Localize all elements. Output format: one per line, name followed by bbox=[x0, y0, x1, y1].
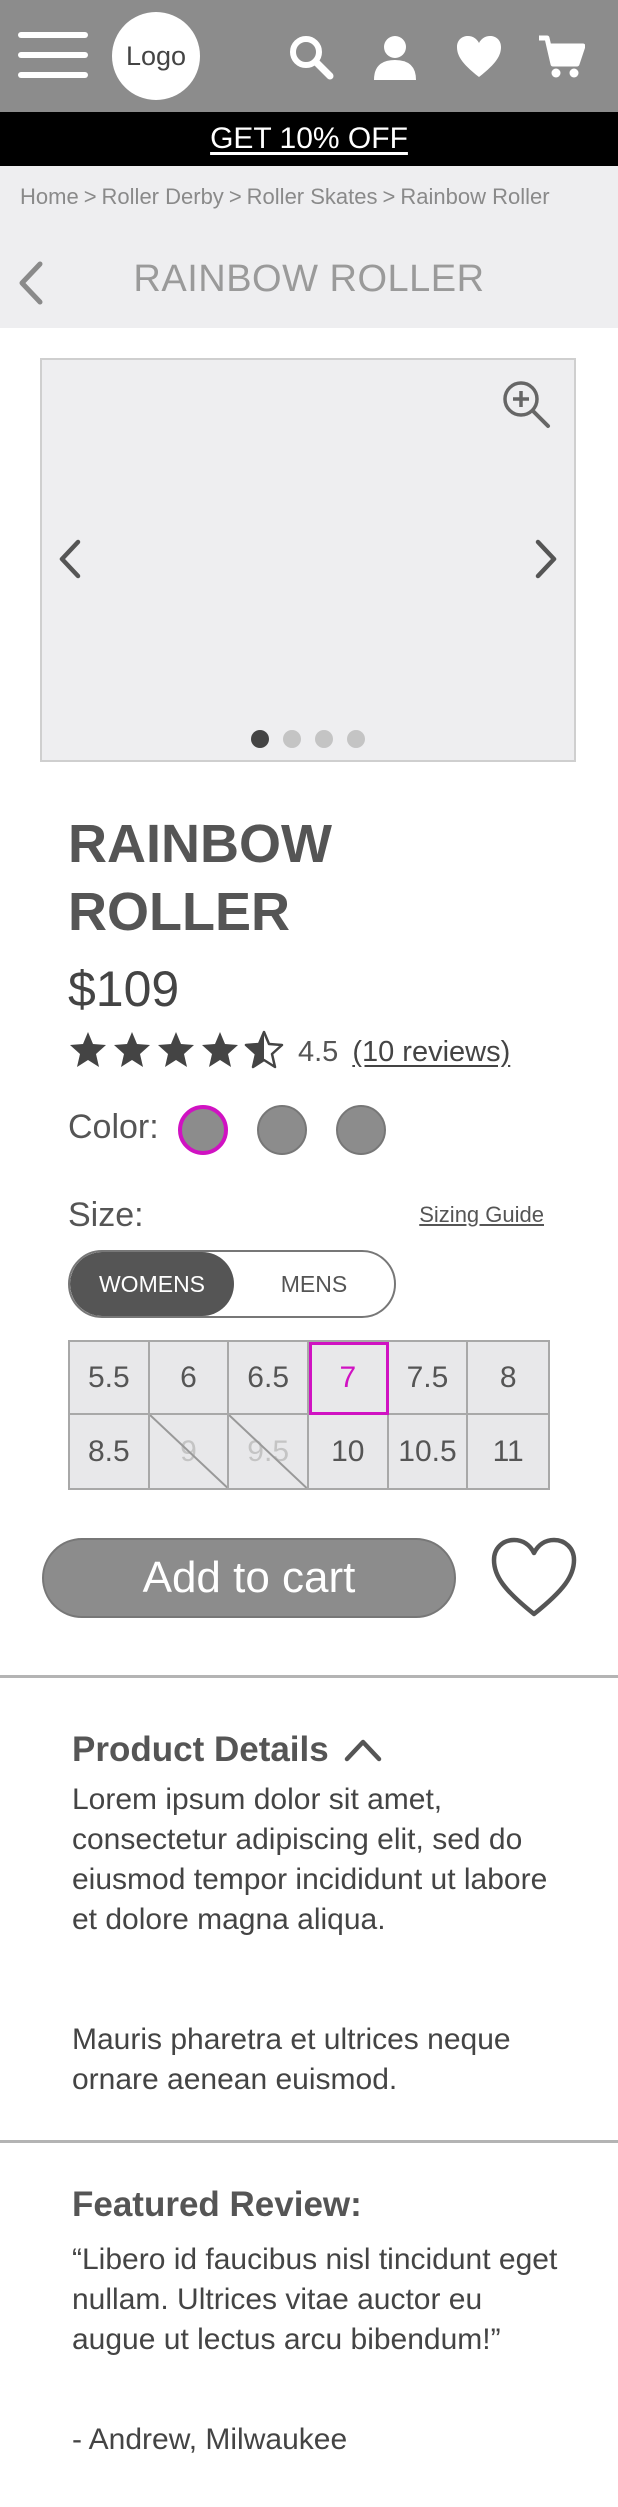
breadcrumb-current: Rainbow Roller bbox=[400, 184, 550, 209]
product-rating: 4.5 (10 reviews) bbox=[68, 1030, 510, 1074]
size-option: 9.5 bbox=[229, 1415, 309, 1488]
breadcrumb: Home > Roller Derby > Roller Skates > Rainbow … bbox=[20, 184, 550, 210]
gender-toggle: WOMENS MENS bbox=[68, 1250, 396, 1318]
color-label: Color: bbox=[68, 1108, 159, 1146]
size-option-label: 8 bbox=[499, 1360, 517, 1394]
breadcrumb-separator: > bbox=[83, 184, 97, 209]
size-option-label: 6.5 bbox=[247, 1360, 290, 1394]
cart-icon[interactable] bbox=[532, 28, 590, 86]
breadcrumb-roller-skates[interactable]: Roller Skates bbox=[247, 184, 378, 209]
product-title: RAINBOW ROLLER bbox=[68, 814, 332, 942]
size-option-label: 10 bbox=[331, 1434, 365, 1468]
size-option[interactable]: 10 bbox=[309, 1415, 389, 1488]
star-full-icon bbox=[156, 1030, 196, 1075]
breadcrumb-home[interactable]: Home bbox=[20, 184, 79, 209]
page-title: RAINBOW ROLLER bbox=[133, 258, 485, 300]
size-option[interactable]: 8 bbox=[468, 1342, 548, 1415]
gallery-next-icon[interactable] bbox=[532, 536, 560, 582]
gallery-prev-icon[interactable] bbox=[56, 536, 84, 582]
size-option[interactable]: 8.5 bbox=[70, 1415, 150, 1488]
unavailable-slash bbox=[229, 1415, 307, 1488]
menu-icon[interactable] bbox=[18, 32, 88, 78]
star-rating bbox=[68, 1030, 284, 1075]
gallery-dot[interactable] bbox=[347, 730, 365, 748]
account-icon[interactable] bbox=[366, 28, 424, 86]
gender-option-womens[interactable]: WOMENS bbox=[70, 1252, 234, 1316]
breadcrumb-roller-derby[interactable]: Roller Derby bbox=[102, 184, 224, 209]
size-option[interactable]: 10.5 bbox=[389, 1415, 469, 1488]
gallery-dot[interactable] bbox=[283, 730, 301, 748]
heart-icon[interactable] bbox=[450, 28, 508, 86]
color-swatch[interactable] bbox=[178, 1105, 228, 1155]
product-details-toggle[interactable]: Product Details bbox=[72, 1730, 383, 1770]
star-half-icon bbox=[244, 1030, 284, 1075]
promo-banner: GET 10% OFF bbox=[0, 112, 618, 166]
star-full-icon bbox=[112, 1030, 152, 1075]
search-icon[interactable] bbox=[282, 28, 340, 86]
size-option-label: 10.5 bbox=[398, 1434, 457, 1468]
chevron-up-icon bbox=[344, 1739, 381, 1762]
sizing-guide-link[interactable]: Sizing Guide bbox=[419, 1202, 544, 1228]
zoom-in-icon[interactable] bbox=[500, 378, 552, 430]
reviews-link[interactable]: (10 reviews) bbox=[352, 1036, 510, 1069]
rating-value: 4.5 bbox=[298, 1035, 339, 1068]
size-option-label: 7 bbox=[339, 1360, 357, 1394]
color-swatch[interactable] bbox=[336, 1105, 386, 1155]
size-option[interactable]: 5.5 bbox=[70, 1342, 150, 1415]
gallery-dot[interactable] bbox=[315, 730, 333, 748]
breadcrumb-separator: > bbox=[382, 184, 396, 209]
gallery-dot[interactable] bbox=[251, 730, 269, 748]
product-details-paragraph: Mauris pharetra et ultrices neque ornare… bbox=[72, 2023, 511, 2096]
logo-text: Logo bbox=[125, 40, 187, 71]
section-divider bbox=[0, 2140, 618, 2143]
star-full-icon bbox=[68, 1030, 108, 1075]
add-to-cart-button[interactable]: Add to cart bbox=[42, 1538, 456, 1618]
size-option[interactable]: 7 bbox=[308, 1342, 389, 1415]
size-option-label: 7.5 bbox=[406, 1360, 449, 1394]
color-swatch[interactable] bbox=[257, 1105, 307, 1155]
featured-review-quote: “Libero id faucibus nisl tincidunt eget … bbox=[72, 2243, 558, 2356]
promo-link[interactable]: GET 10% OFF bbox=[210, 122, 408, 156]
size-option-label: 6 bbox=[180, 1360, 197, 1394]
size-option-label: 11 bbox=[492, 1434, 524, 1468]
gallery-dots bbox=[42, 730, 574, 748]
size-option[interactable]: 6.5 bbox=[229, 1342, 309, 1415]
star-full-icon bbox=[200, 1030, 240, 1075]
wishlist-heart-icon[interactable] bbox=[490, 1536, 578, 1620]
logo[interactable]: Logo bbox=[112, 12, 200, 100]
size-option[interactable]: 11 bbox=[468, 1415, 548, 1488]
reviews-link-text[interactable]: (10 reviews) bbox=[352, 1036, 510, 1068]
size-option[interactable]: 6 bbox=[149, 1342, 230, 1415]
size-label: Size: bbox=[68, 1196, 144, 1234]
product-details-title: Product Details bbox=[72, 1730, 329, 1769]
product-price: $109 bbox=[68, 961, 180, 1017]
gender-option-mens[interactable]: MENS bbox=[234, 1252, 394, 1316]
size-option: 9 bbox=[150, 1415, 230, 1488]
size-option-label: 8.5 bbox=[87, 1434, 130, 1468]
size-option-label: 5.5 bbox=[87, 1360, 130, 1394]
product-details-paragraph: Lorem ipsum dolor sit amet, consectetur … bbox=[72, 1783, 548, 1936]
product-image-gallery[interactable] bbox=[40, 358, 576, 762]
unavailable-slash bbox=[150, 1415, 228, 1488]
size-grid: 5.5 6 6.5 7 7.5 8 8.5 99.5 10 10.5 11 bbox=[68, 1340, 550, 1490]
site-header: Logo bbox=[0, 0, 618, 112]
breadcrumb-bar: Home > Roller Derby > Roller Skates > Rainbow … bbox=[0, 166, 618, 328]
size-option[interactable]: 7.5 bbox=[388, 1342, 469, 1415]
section-divider bbox=[0, 1675, 618, 1678]
breadcrumb-separator: > bbox=[228, 184, 242, 209]
featured-review-title: Featured Review: bbox=[72, 2185, 362, 2224]
featured-review-author: - Andrew, Milwaukee bbox=[72, 2423, 348, 2456]
